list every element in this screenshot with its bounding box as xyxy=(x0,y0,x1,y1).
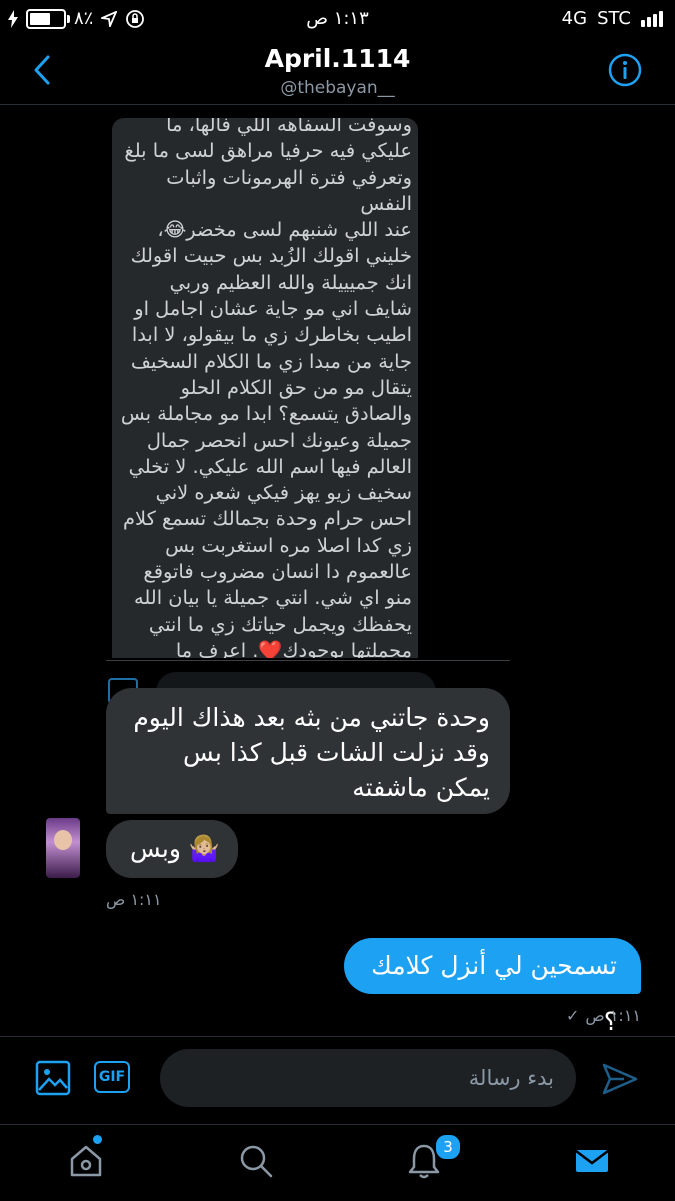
tab-bar: 3 xyxy=(0,1124,675,1201)
tab-home[interactable] xyxy=(66,1141,106,1181)
shared-screenshot-image[interactable]: وسوفت السفاهه اللي فالها، ما عليكي فيه ح… xyxy=(112,118,418,658)
tab-search[interactable] xyxy=(236,1141,276,1181)
info-icon xyxy=(608,53,642,87)
send-button[interactable] xyxy=(600,1059,640,1099)
gif-button[interactable]: GIF xyxy=(94,1061,130,1093)
mail-icon xyxy=(575,1150,609,1172)
tab-messages[interactable] xyxy=(572,1141,612,1181)
sent-message-bubble[interactable]: تسمحين لي أنزل كلامك ؟ xyxy=(344,938,641,1036)
sent-meta: ١:١١ ص ✓ xyxy=(566,1006,641,1025)
received-message-bubble[interactable]: وحدة جاتني من بثه بعد هذاك اليوم وقد نزل… xyxy=(106,688,510,814)
network-label: 4G xyxy=(561,8,588,29)
received-message-bubble[interactable]: 🤷🏼‍♀️ وبس xyxy=(106,820,238,878)
screenshot-text: وسوفت السفاهه اللي فالها، ما عليكي فيه ح… xyxy=(120,118,412,658)
conversation-handle: @thebayan__ xyxy=(280,78,395,98)
status-bar: ٨٪ ١:١٣ ص 4G STC xyxy=(0,0,675,38)
search-icon xyxy=(240,1145,273,1178)
signal-icon xyxy=(641,10,663,27)
conversation-title[interactable]: April.1114 xyxy=(0,44,675,73)
message-input[interactable]: بدء رسالة xyxy=(160,1049,576,1107)
sent-timestamp: ١:١١ ص xyxy=(585,1006,641,1025)
screenshot-divider xyxy=(106,660,510,661)
received-timestamp: ١:١١ ص xyxy=(106,890,162,909)
add-image-button[interactable] xyxy=(34,1059,72,1097)
home-icon xyxy=(70,1145,102,1177)
avatar[interactable] xyxy=(46,818,80,878)
sent-check-icon: ✓ xyxy=(565,1006,580,1025)
send-icon xyxy=(602,1063,638,1095)
notifications-badge: 3 xyxy=(434,1133,462,1161)
conversation-header: April.1114 @thebayan__ xyxy=(0,38,675,105)
carrier-label: STC xyxy=(597,8,631,29)
image-icon xyxy=(35,1060,71,1096)
message-composer: GIF بدء رسالة xyxy=(0,1036,675,1125)
info-button[interactable] xyxy=(607,52,643,88)
home-unread-dot xyxy=(93,1135,102,1144)
